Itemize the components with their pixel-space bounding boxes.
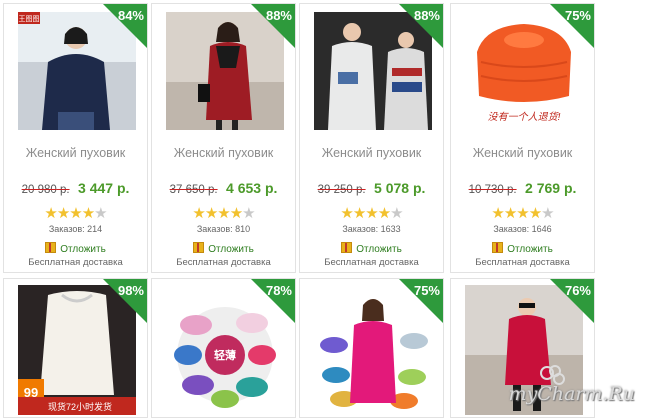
star-icon: ★ <box>491 205 504 222</box>
star-empty-icon: ★ <box>242 205 255 222</box>
star-icon: ★ <box>44 205 57 222</box>
gift-icon <box>193 242 205 253</box>
old-price: 39 250 р. <box>317 184 366 196</box>
orders-count: Заказов: 214 <box>48 224 103 234</box>
new-price: 2 769 р. <box>525 180 577 196</box>
save-for-later-link[interactable]: Отложить <box>4 242 147 255</box>
star-icon: ★ <box>69 205 82 222</box>
save-for-later-link[interactable]: Отложить <box>451 242 594 255</box>
rating-stars: ★★★★★ <box>451 206 594 222</box>
product-card[interactable]: 88% Женский пуховик 37 650 р. 4 653 р. ★… <box>151 3 296 273</box>
product-card[interactable]: 75% <box>299 278 444 418</box>
rating-stars: ★★★★★ <box>300 206 443 222</box>
discount-percent: 75% <box>413 283 440 298</box>
orders-count: Заказов: 810 <box>196 224 251 234</box>
product-card[interactable]: 99 现货72小时发货 98% <box>3 278 148 418</box>
price-block: 20 980 р. 3 447 р. <box>4 180 147 198</box>
discount-percent: 84% <box>117 8 144 23</box>
promo-banner: 现货72小时发货 <box>48 401 112 412</box>
old-price: 20 980 р. <box>21 184 70 196</box>
product-title[interactable]: Женский пуховик <box>152 146 295 160</box>
product-card[interactable]: 轻薄 78% <box>151 278 296 418</box>
star-icon: ★ <box>192 205 205 222</box>
product-card[interactable]: 王图图 84% Женский пуховик 20 980 р. 3 447 … <box>3 3 148 273</box>
watermark: myCharm.Ru <box>508 383 635 405</box>
price-block: 10 730 р. 2 769 р. <box>451 180 594 198</box>
star-icon: ★ <box>352 205 366 222</box>
save-for-later-link[interactable]: Отложить <box>300 242 443 255</box>
save-for-later-link[interactable]: Отложить <box>152 242 295 255</box>
new-price: 4 653 р. <box>226 180 278 196</box>
star-icon: ★ <box>528 205 542 222</box>
product-card[interactable]: 没有一个人退货! 75% Женский пуховик 10 730 р. 2… <box>450 3 595 273</box>
star-icon: ★ <box>81 205 95 222</box>
gift-icon <box>45 242 57 253</box>
star-icon: ★ <box>503 205 517 222</box>
free-shipping-label: Бесплатная доставка <box>28 257 123 268</box>
star-icon: ★ <box>229 205 243 222</box>
old-price: 10 730 р. <box>468 184 517 196</box>
star-empty-icon: ★ <box>390 205 403 222</box>
product-title[interactable]: Женский пуховик <box>300 146 443 160</box>
star-empty-icon: ★ <box>541 205 554 222</box>
star-empty-icon: ★ <box>94 205 107 222</box>
free-shipping-label: Бесплатная доставка <box>176 257 271 268</box>
rating-stars: ★★★★★ <box>4 206 147 222</box>
star-icon: ★ <box>365 205 378 222</box>
free-shipping-label: Бесплатная доставка <box>475 257 570 268</box>
product-title[interactable]: Женский пуховик <box>4 146 147 160</box>
star-icon: ★ <box>516 205 529 222</box>
gift-icon <box>492 242 504 253</box>
star-icon: ★ <box>56 205 70 222</box>
old-price: 37 650 р. <box>169 184 218 196</box>
discount-percent: 88% <box>265 8 292 23</box>
brand-logo-text: 王图图 <box>19 15 40 23</box>
rating-stars: ★★★★★ <box>152 206 295 222</box>
new-price: 5 078 р. <box>374 180 426 196</box>
orders-count: Заказов: 1633 <box>342 224 401 234</box>
new-price: 3 447 р. <box>78 180 130 196</box>
star-icon: ★ <box>340 205 353 222</box>
discount-percent: 75% <box>564 8 591 23</box>
discount-percent: 78% <box>265 283 292 298</box>
star-icon: ★ <box>377 205 391 222</box>
orders-count: Заказов: 1646 <box>493 224 552 234</box>
discount-percent: 76% <box>564 283 591 298</box>
discount-percent: 88% <box>413 8 440 23</box>
photo-caption: 没有一个人退货! <box>488 111 561 123</box>
product-grid: 王图图 84% Женский пуховик 20 980 р. 3 447 … <box>0 0 649 418</box>
photo-center-text: 轻薄 <box>214 348 236 362</box>
free-shipping-label: Бесплатная доставка <box>324 257 419 268</box>
discount-percent: 98% <box>117 283 144 298</box>
price-block: 37 650 р. 4 653 р. <box>152 180 295 198</box>
price-block: 39 250 р. 5 078 р. <box>300 180 443 198</box>
product-card[interactable]: 88% Женский пуховик 39 250 р. 5 078 р. ★… <box>299 3 444 273</box>
product-title[interactable]: Женский пуховик <box>451 146 594 160</box>
star-icon: ★ <box>217 205 230 222</box>
star-icon: ★ <box>204 205 218 222</box>
gift-icon <box>341 242 353 253</box>
